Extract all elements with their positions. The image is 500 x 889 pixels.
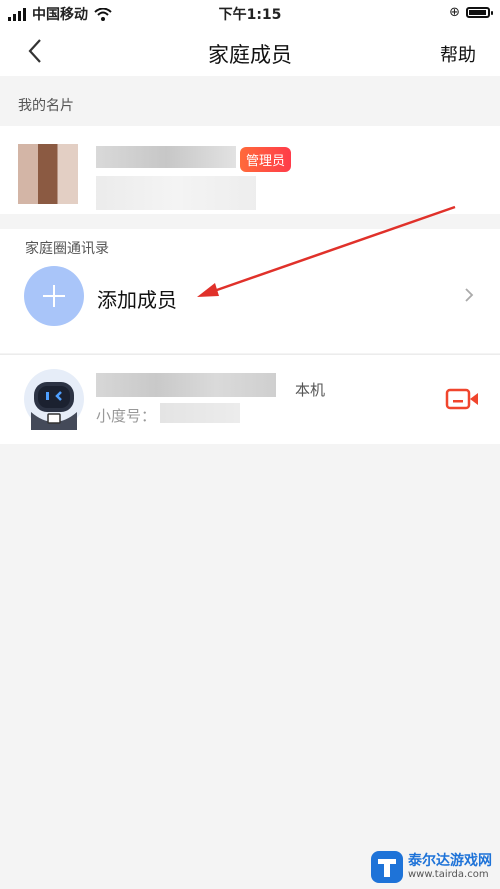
navigation-bar: 家庭成员 帮助 [0,26,500,76]
video-call-icon[interactable] [445,388,479,410]
blurred-member-name [96,373,276,397]
my-profile-card[interactable]: 管理员 [0,126,500,214]
watermark-url: www.tairda.com [408,869,489,880]
my-card-section-label: 我的名片 [18,98,74,114]
blurred-member-id [160,403,240,423]
add-member-icon[interactable] [24,266,84,326]
watermark: 泰尔达游戏网 www.tairda.com [370,850,492,884]
watermark-title: 泰尔达游戏网 [408,853,492,869]
status-time: 下午1:15 [218,7,282,23]
admin-badge: 管理员 [240,147,292,172]
rotation-lock-icon: ⊕ [449,5,460,20]
watermark-logo-icon [371,851,403,883]
page-title: 家庭成员 [208,43,292,67]
add-member-label[interactable]: 添加成员 [97,284,177,313]
blurred-id [96,176,256,210]
member-id-label: 小度号： [96,407,157,425]
contacts-section-label: 家庭圈通讯录 [25,241,109,257]
battery-icon [466,7,493,18]
chevron-right-icon[interactable] [464,286,474,304]
device-tag: 本机 [295,381,326,399]
help-button[interactable]: 帮助 [440,41,476,67]
robot-avatar-icon [24,369,84,430]
member-row[interactable]: 本机 小度号： [0,354,500,444]
blurred-name [96,146,236,168]
status-bar: 中国移动 下午1:15 ⊕ [0,0,500,26]
avatar [18,144,78,204]
